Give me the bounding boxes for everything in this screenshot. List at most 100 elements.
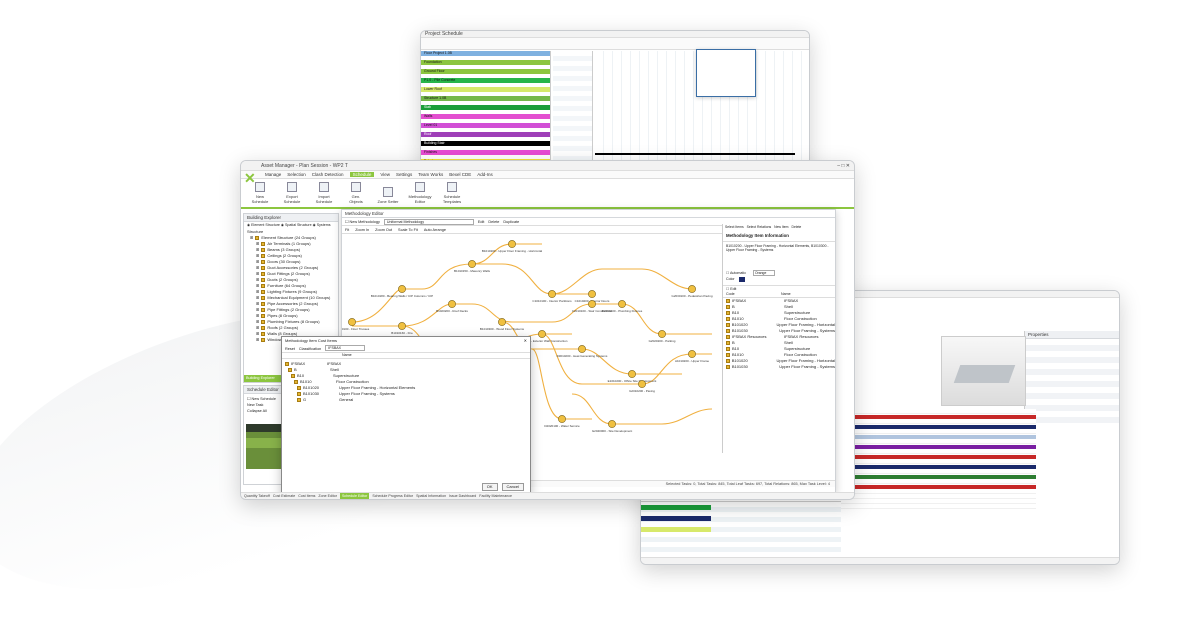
cost-dialog-close-icon[interactable]: ✕ [524, 337, 527, 345]
gantt-task-row[interactable]: Foundation [421, 60, 550, 65]
gantt-task-name: Walls [424, 114, 433, 118]
right-properties-panel: Properties [1024, 331, 1119, 441]
gantt-task-row[interactable]: Floor Project 1.0B [421, 51, 550, 56]
edit-button[interactable]: Edit [478, 218, 485, 226]
ribbon-button-schedule-templates[interactable]: Schedule Templates [441, 182, 463, 204]
view-option-element-structure[interactable]: ◉ Element Structure [247, 223, 281, 227]
bottom-tab-cost-items[interactable]: Cost Items [298, 493, 315, 499]
gantt-task-row[interactable]: Level 01 [421, 123, 550, 128]
graph-node-label: G2030100 - Pedestrian Paving [671, 294, 712, 298]
graph-node[interactable] [578, 345, 586, 353]
gantt-task-name: Building Stair [424, 141, 445, 145]
gantt-task-row[interactable]: Walls [421, 114, 550, 119]
bottom-tab-schedule-editor[interactable]: Schedule Editor [339, 493, 370, 499]
bottom-tab-zone-editor[interactable]: Zone Editor [318, 493, 337, 499]
graph-node[interactable] [588, 300, 596, 308]
methodology-select[interactable]: Uniformat Methodology [383, 218, 474, 225]
ribbon-tab-view[interactable]: View [380, 172, 390, 177]
ribbon-tab-settings[interactable]: Settings [396, 172, 412, 177]
bottom-tab-spatial-information[interactable]: Spatial Information [416, 493, 446, 499]
ribbon-button-icon [447, 182, 457, 192]
duplicate-button[interactable]: Duplicate [503, 218, 519, 226]
graph-node[interactable] [608, 420, 616, 428]
new-methodology-check[interactable]: ☐ New Methodology [345, 218, 380, 226]
bottom-tab-facility-maintenance[interactable]: Facility Maintenance [479, 493, 512, 499]
color-swatch[interactable] [738, 276, 745, 282]
view-option-systems[interactable]: ◉ Systems [313, 223, 331, 227]
gantt-task-row[interactable]: Slab [421, 105, 550, 110]
zoom-auto-arrange-button[interactable]: Auto Arrange [424, 226, 446, 233]
ribbon-button-methodology-editor[interactable]: Methodology Editor [409, 182, 431, 204]
window-controls[interactable]: – □ ✕ [837, 163, 850, 169]
folder-icon [261, 272, 266, 276]
graph-node[interactable] [448, 300, 456, 308]
ribbon-tab-selection[interactable]: Selection [287, 172, 306, 177]
graph-node[interactable] [638, 380, 646, 388]
ribbon-tab-schedule[interactable]: Schedule [349, 172, 375, 177]
select-items-button[interactable]: Select Items [725, 224, 744, 230]
new-item-button[interactable]: New Item [774, 224, 788, 230]
ribbon-tab-clash-detection[interactable]: Clash Detection [312, 172, 344, 177]
ribbon-tabs: Manage Selection Clash Detection Schedule Vi… [241, 171, 854, 179]
delete-item-button[interactable]: Delete [792, 224, 802, 230]
ribbon-button-zone-setter[interactable]: Zone Setter [377, 187, 399, 204]
cancel-button[interactable]: Cancel [501, 483, 524, 491]
folder-icon [726, 353, 730, 358]
bottom-tab-schedule-progress-editor[interactable]: Schedule Progress Editor [372, 493, 413, 499]
graph-node[interactable] [498, 318, 506, 326]
ribbon-button-export-schedule[interactable]: Export Schedule [281, 182, 303, 204]
gantt-task-row[interactable]: Roof [421, 132, 550, 137]
select-relations-button[interactable]: Select Relations [747, 224, 772, 230]
ribbon-tab-add-ins[interactable]: Add-Ins [477, 172, 493, 177]
ribbon-tab-bexel-cde[interactable]: Bexel CDE [449, 172, 471, 177]
reset-button[interactable]: Reset [285, 345, 295, 352]
folder-icon [261, 248, 266, 252]
graph-node[interactable] [588, 290, 596, 298]
graph-node[interactable] [348, 318, 356, 326]
gantt-task-row[interactable]: Finishes [421, 150, 550, 155]
ok-button[interactable]: OK [481, 483, 498, 491]
bottom-tab-cost-estimate[interactable]: Cost Estimate [273, 493, 295, 499]
graph-node[interactable] [618, 300, 626, 308]
graph-node[interactable] [538, 330, 546, 338]
gantt-task-row[interactable]: P1.0 - Pile Concrete [421, 78, 550, 83]
classification-select[interactable]: IFSBAX [325, 345, 366, 351]
gantt-task-row[interactable]: Building Stair [421, 141, 550, 146]
ribbon-tab-manage[interactable]: Manage [265, 172, 281, 177]
delete-button[interactable]: Delete [488, 218, 499, 226]
ribbon-tab-team-works[interactable]: Team Works [418, 172, 443, 177]
graph-node[interactable] [688, 350, 696, 358]
graph-node[interactable] [628, 370, 636, 378]
automatic-check[interactable]: ☐ Automatic [726, 271, 746, 275]
ribbon-button-import-schedule[interactable]: Import Schedule [313, 182, 335, 204]
graph-node[interactable] [398, 322, 406, 330]
folder-icon [261, 308, 266, 312]
folder-icon [297, 392, 301, 396]
graph-node[interactable] [398, 285, 406, 293]
bottom-tab-quantity-takeoff[interactable]: Quantity Takeoff [244, 493, 270, 499]
graph-node[interactable] [468, 260, 476, 268]
zoom-zoom-out-button[interactable]: Zoom Out [375, 226, 392, 233]
gantt-dropdown[interactable] [696, 49, 756, 97]
graph-node[interactable] [548, 290, 556, 298]
graph-node[interactable] [508, 240, 516, 248]
cost-row[interactable]: G General [285, 397, 527, 403]
gantt-task-row[interactable]: Lower Roof [421, 87, 550, 92]
graph-node[interactable] [658, 330, 666, 338]
right-grid-row [836, 445, 1036, 449]
graph-node[interactable] [558, 415, 566, 423]
zoom-fit-button[interactable]: Fit [345, 226, 349, 233]
zoom-scale-to-fit-button[interactable]: Scale To Fit [398, 226, 418, 233]
view-option-spatial-structure[interactable]: ◉ Spatial Structure [281, 223, 313, 227]
info-tree-row[interactable]: B101030 Upper Floor Framing - Systems [723, 364, 835, 370]
gantt-task-row[interactable]: Structure 1.0B [421, 96, 550, 101]
bottom-tab-issue-dashboard[interactable]: Issue Dashboard [449, 493, 476, 499]
automatic-value[interactable]: Orange [753, 270, 776, 277]
ribbon-button-gen-objects[interactable]: Gen. Objects [345, 182, 367, 204]
folder-icon [726, 347, 730, 352]
gantt-task-row[interactable]: Ground Floor [421, 69, 550, 74]
graph-node[interactable] [688, 285, 696, 293]
zoom-zoom-in-button[interactable]: Zoom In [355, 226, 369, 233]
edit-check[interactable]: ☐ Edit [723, 285, 835, 292]
building-explorer-footer[interactable]: Building Explorer [244, 375, 284, 382]
